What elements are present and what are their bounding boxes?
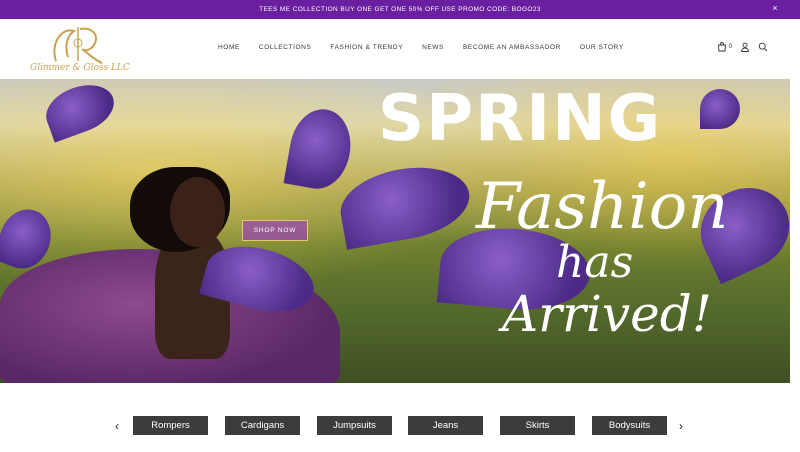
- nav-item-collections[interactable]: COLLECTIONS: [259, 44, 311, 51]
- category-jumpsuits[interactable]: Jumpsuits: [317, 416, 392, 435]
- search-icon[interactable]: [758, 42, 768, 52]
- iris-flower-decor: [700, 89, 740, 129]
- nav-item-ambassador[interactable]: BECOME AN AMBASSADOR: [463, 44, 561, 51]
- nav-item-news[interactable]: NEWS: [422, 44, 444, 51]
- category-cardigans[interactable]: Cardigans: [225, 416, 300, 435]
- site-header: Glimmer & Gloss LLC HOME COLLECTIONS FAS…: [0, 19, 800, 79]
- shopping-bag-icon: [717, 42, 726, 52]
- chevron-right-icon[interactable]: ›: [679, 419, 683, 433]
- iris-flower-decor: [39, 79, 121, 143]
- close-icon[interactable]: ×: [772, 3, 778, 13]
- cart-button[interactable]: 0: [717, 42, 732, 52]
- chevron-left-icon[interactable]: ‹: [115, 419, 119, 433]
- iris-flower-decor: [334, 158, 476, 250]
- nav-item-our-story[interactable]: OUR STORY: [580, 44, 624, 51]
- category-jeans[interactable]: Jeans: [408, 416, 483, 435]
- model-face: [170, 177, 225, 247]
- category-carousel: ‹ Rompers Cardigans Jumpsuits Jeans Skir…: [0, 414, 800, 438]
- user-icon[interactable]: [740, 42, 750, 52]
- cart-count: 0: [728, 44, 732, 50]
- hero-headline-has: has: [556, 237, 634, 288]
- nav-item-fashion-trendy[interactable]: FASHION & TRENDY: [330, 44, 403, 51]
- iris-flower-decor: [283, 104, 357, 194]
- category-bodysuits[interactable]: Bodysuits: [592, 416, 667, 435]
- category-skirts[interactable]: Skirts: [500, 416, 575, 435]
- hero-headline-arrived: Arrived!: [502, 285, 712, 343]
- header-icons: 0: [717, 42, 768, 52]
- hero-headline-fashion: Fashion: [476, 170, 729, 244]
- hero-headline-spring: SPRING: [378, 82, 663, 156]
- shop-now-button[interactable]: SHOP NOW: [242, 220, 308, 241]
- category-rompers[interactable]: Rompers: [133, 416, 208, 435]
- promo-text: TEES ME COLLECTION BUY ONE GET ONE 50% O…: [259, 6, 541, 13]
- promo-bar: TEES ME COLLECTION BUY ONE GET ONE 50% O…: [0, 0, 800, 19]
- brand-name: Glimmer & Gloss LLC: [30, 63, 130, 73]
- main-nav: HOME COLLECTIONS FASHION & TRENDY NEWS B…: [218, 44, 643, 51]
- nav-item-home[interactable]: HOME: [218, 44, 240, 51]
- hero-banner: SPRING Fashion has Arrived! SHOP NOW: [0, 79, 790, 383]
